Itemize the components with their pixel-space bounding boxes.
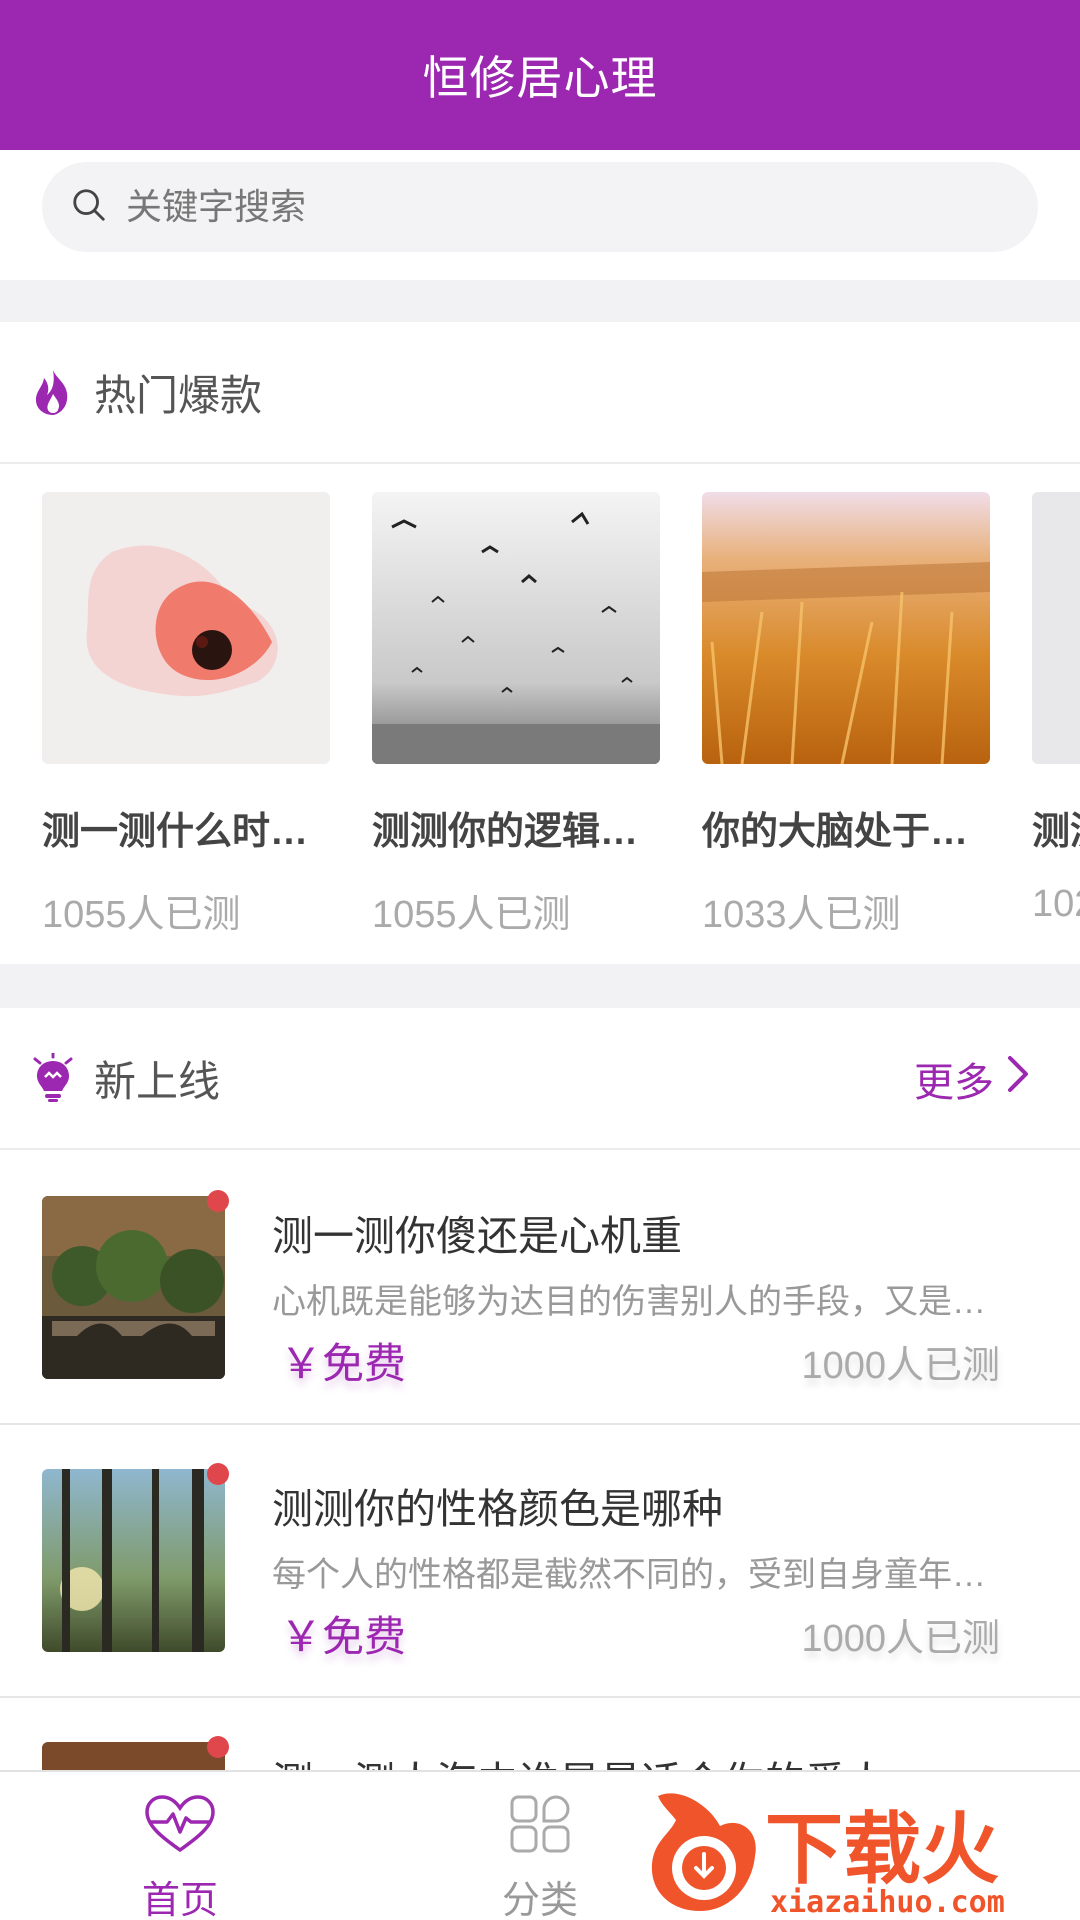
list-item-price: ￥免费 bbox=[280, 1613, 407, 1660]
list-item[interactable]: 测测你的性格颜色是哪种 每个人的性格都是截然不同的，受到自身童年经历的影响 ￥免… bbox=[0, 1425, 1080, 1698]
hot-section-header: 热门爆款 bbox=[0, 322, 1080, 464]
hot-card[interactable]: 测测 102 bbox=[1032, 492, 1080, 926]
list-item-desc: 每个人的性格都是截然不同的，受到自身童年经历的影响 bbox=[272, 1556, 1000, 1594]
svg-text:下载火: 下载火 bbox=[765, 1805, 999, 1895]
hot-card-image bbox=[1032, 492, 1080, 764]
list-item-price: ￥免费 bbox=[280, 1340, 407, 1387]
list-item-count: 1000人已测 bbox=[801, 1345, 1000, 1387]
tab-category[interactable]: 分类 bbox=[440, 1772, 640, 1920]
flame-icon bbox=[30, 367, 76, 417]
list-item-image bbox=[42, 1196, 225, 1379]
list-item-count: 1000人已测 bbox=[801, 1618, 1000, 1660]
hot-section-title: 热门爆款 bbox=[94, 371, 263, 419]
tab-home-label: 首页 bbox=[141, 1880, 218, 1920]
hot-card-title: 你的大脑处于什么状态 bbox=[702, 811, 990, 853]
more-link[interactable]: 更多 bbox=[914, 1008, 1030, 1150]
hot-card[interactable]: 测测你的逻辑思维能力 1055人已测 bbox=[372, 492, 660, 938]
hot-card-count: 1055人已测 bbox=[372, 894, 571, 936]
list-item-title: 测一测你傻还是心机重 bbox=[272, 1213, 682, 1259]
hot-card-title: 测测你的逻辑思维能力 bbox=[372, 811, 660, 853]
hot-card-image bbox=[42, 492, 330, 764]
search-input[interactable] bbox=[126, 186, 976, 228]
watermark-logo: 下载火 xiazaihuo.com bbox=[640, 1776, 1080, 1920]
new-badge-dot bbox=[207, 1736, 229, 1758]
chevron-right-icon bbox=[994, 1054, 1030, 1104]
new-section-title: 新上线 bbox=[94, 1057, 221, 1105]
lightbulb-icon bbox=[30, 1053, 76, 1103]
hot-card[interactable]: 测一测什么时候会遇到真爱 1055人已测 bbox=[42, 492, 330, 938]
list-item-title: 测测你的性格颜色是哪种 bbox=[272, 1486, 723, 1532]
search-icon bbox=[70, 186, 108, 229]
category-grid-icon bbox=[509, 1772, 571, 1859]
list-item-desc: 心机既是能够为达目的伤害别人的手段，又是保护自己的方法 bbox=[272, 1283, 1000, 1321]
svg-text:xiazaihuo.com: xiazaihuo.com bbox=[770, 1885, 1005, 1920]
page-title: 恒修居心理 bbox=[422, 52, 658, 104]
new-badge-dot bbox=[207, 1463, 229, 1485]
new-badge-dot bbox=[207, 1190, 229, 1212]
search-area bbox=[0, 150, 1080, 280]
hot-card[interactable]: 你的大脑处于什么状态 1033人已测 bbox=[702, 492, 990, 938]
heartbeat-icon bbox=[143, 1772, 217, 1859]
section-divider bbox=[0, 964, 1080, 1008]
hot-carousel[interactable]: 测一测什么时候会遇到真爱 1055人已测 测测你的逻辑思维能力 bbox=[0, 464, 1080, 964]
tab-home[interactable]: 首页 bbox=[80, 1772, 280, 1920]
more-label: 更多 bbox=[914, 1061, 994, 1105]
hot-card-count: 102 bbox=[1032, 883, 1080, 925]
hot-card-title: 测一测什么时候会遇到真爱 bbox=[42, 811, 330, 853]
hot-card-image bbox=[702, 492, 990, 764]
list-item-image bbox=[42, 1469, 225, 1652]
new-section-header: 新上线 更多 bbox=[0, 1008, 1080, 1150]
section-divider bbox=[0, 280, 1080, 322]
search-bar[interactable] bbox=[42, 162, 1038, 252]
hot-card-count: 1055人已测 bbox=[42, 894, 241, 936]
hot-card-count: 1033人已测 bbox=[702, 894, 901, 936]
hot-card-title: 测测 bbox=[1032, 811, 1080, 853]
tab-category-label: 分类 bbox=[501, 1880, 578, 1920]
hot-card-image bbox=[372, 492, 660, 764]
app-header: 恒修居心理 bbox=[0, 0, 1080, 150]
list-item[interactable]: 测一测你傻还是心机重 心机既是能够为达目的伤害别人的手段，又是保护自己的方法 ￥… bbox=[0, 1152, 1080, 1425]
